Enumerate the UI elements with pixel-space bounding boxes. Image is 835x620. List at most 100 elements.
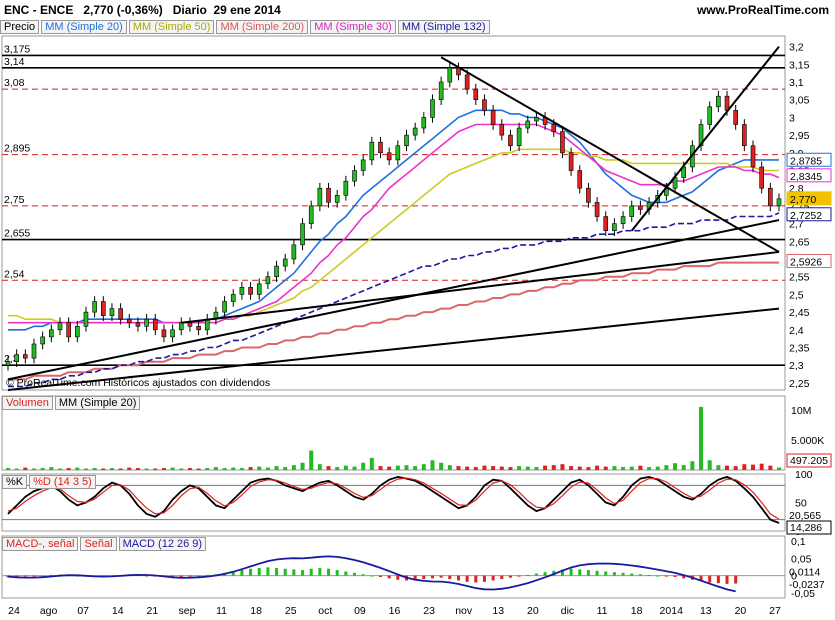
volume-bar (517, 466, 522, 470)
volume-axis-tick: 5.000K (791, 435, 824, 447)
macd-bar (734, 575, 738, 584)
volume-bar (638, 465, 643, 470)
price-axis-tick: 3,1 (789, 77, 804, 89)
candle-body (334, 195, 340, 203)
legend-k[interactable]: %K (2, 475, 28, 489)
legend-d[interactable]: %D (14 3 5) (29, 475, 96, 489)
level-label: 3,08 (4, 77, 25, 89)
candle-body (187, 322, 193, 327)
candle-body (776, 198, 782, 207)
macd-bar (396, 575, 400, 580)
legend-volume[interactable]: Volumen (2, 396, 53, 410)
price-axis-tick: 2,5 (789, 289, 804, 301)
macd-bar (656, 575, 660, 577)
stoch-label: 14,286 (790, 522, 822, 534)
volume-bar (75, 467, 80, 470)
volume-bar (465, 466, 470, 470)
candle-body (265, 276, 271, 285)
candle-body (57, 322, 63, 331)
candle-body (170, 329, 175, 338)
macd-bar (474, 575, 478, 583)
trend-line (181, 250, 780, 324)
macd-bar (586, 570, 590, 576)
volume-bar (40, 468, 45, 470)
macd-bar (283, 568, 287, 576)
macd-bar (569, 568, 573, 576)
candle-body (75, 325, 80, 338)
trend-line (7, 219, 780, 381)
candle-body (196, 325, 201, 331)
candle-body (482, 99, 487, 111)
chart-canvas[interactable]: 3,23,153,13,0532,952,92,852,82,752,72,65… (0, 0, 835, 620)
value-label: 2,8345 (790, 171, 822, 183)
volume-bar (14, 468, 19, 470)
candle-body (126, 318, 132, 324)
volume-bar (23, 467, 28, 470)
candle-body (31, 343, 37, 359)
volume-bar (586, 467, 591, 470)
legend-macd-params[interactable]: MACD (12 26 9) (118, 537, 207, 551)
volume-bar (179, 468, 184, 470)
legend-volume-mm[interactable]: MM (Simple 20) (54, 396, 141, 410)
volume-bar (612, 466, 617, 470)
legend-macd[interactable]: MACD-, señal (2, 537, 79, 551)
value-label: 2,8785 (790, 155, 822, 167)
volume-bar (629, 466, 634, 470)
candle-body (386, 152, 392, 161)
date-axis-tick: 18 (631, 605, 643, 617)
date-axis-tick: 21 (147, 605, 159, 617)
volume-bar (378, 466, 383, 470)
legend-signal[interactable]: Señal (80, 537, 117, 551)
macd-bar (638, 574, 642, 576)
candle-body (100, 301, 106, 316)
macd-legend: MACD-, señal Señal MACD (12 26 9) (2, 537, 208, 551)
macd-bar (344, 571, 348, 576)
macd-bar (266, 567, 270, 576)
candle-body (768, 187, 773, 207)
macd-bar (708, 575, 712, 583)
volume-bar (335, 467, 340, 470)
candle-body (14, 354, 19, 362)
volume-bar (759, 463, 764, 470)
volume-bar (508, 467, 513, 470)
date-axis-tick: 09 (354, 605, 366, 617)
macd-bar (430, 575, 434, 579)
candle-body (516, 127, 522, 147)
candle-body (135, 322, 141, 327)
candle-body (430, 99, 435, 118)
volume-bar (603, 466, 608, 470)
volume-bar (716, 465, 721, 470)
candle-body (23, 354, 28, 359)
date-axis-tick: 11 (597, 605, 608, 617)
macd-bar (630, 573, 634, 576)
macd-bar (534, 573, 538, 576)
date-axis-tick: 25 (285, 605, 297, 617)
volume-bar (205, 468, 210, 470)
volume-bar (213, 467, 218, 470)
candle-body (421, 117, 427, 129)
volume-bar (49, 467, 54, 470)
date-axis-tick: 18 (250, 605, 262, 617)
candle-body (92, 301, 97, 313)
volume-bar (170, 467, 175, 470)
candle-body (499, 124, 505, 136)
volume-bar (439, 462, 444, 470)
candle-body (239, 287, 245, 295)
volume-bar (768, 465, 773, 470)
price-axis-tick: 3,2 (789, 42, 804, 54)
volume-bar (101, 468, 106, 470)
volume-bar (369, 457, 374, 470)
date-axis-tick: 23 (423, 605, 435, 617)
volume-current-label: 497.205 (790, 455, 828, 467)
volume-bar (751, 464, 756, 470)
volume-bar (387, 466, 392, 470)
volume-bar (621, 467, 626, 470)
volume-bar (31, 468, 36, 470)
macd-bar (482, 575, 486, 582)
macd-bar (327, 568, 331, 576)
volume-bar (66, 468, 71, 470)
candle-body (412, 127, 418, 136)
volume-bar (343, 465, 348, 470)
macd-bar (379, 575, 383, 577)
date-axis-tick: 07 (77, 605, 89, 617)
